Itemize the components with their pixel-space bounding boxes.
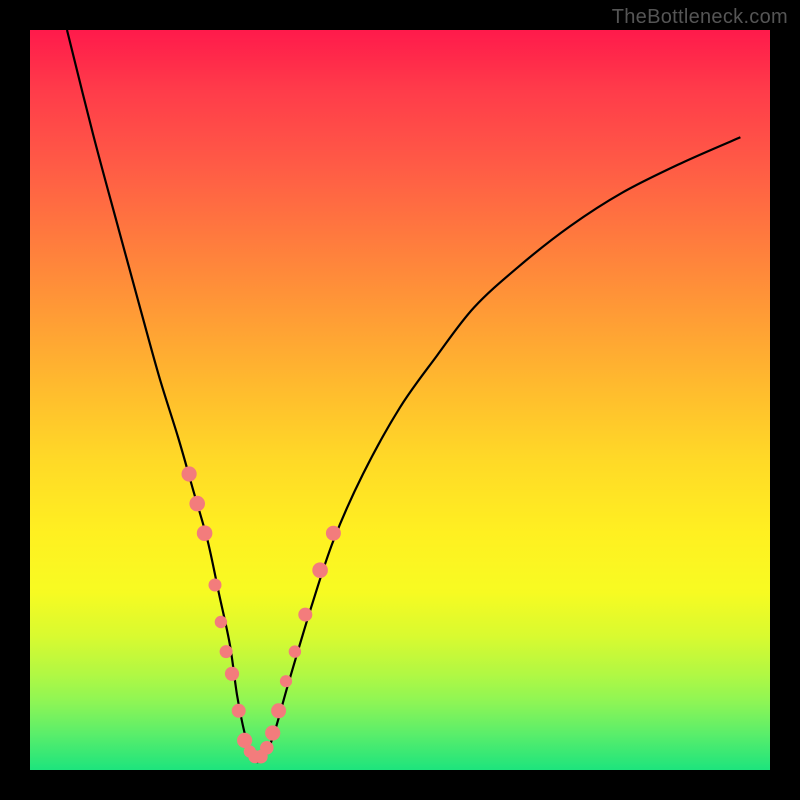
markers-svg [30, 30, 770, 770]
marker-dot [225, 667, 239, 681]
marker-dot [312, 562, 328, 578]
marker-dot [265, 725, 280, 740]
chart-stage: TheBottleneck.com [0, 0, 800, 800]
marker-dot [271, 703, 286, 718]
plot-area [30, 30, 770, 770]
marker-dot [280, 675, 292, 687]
marker-dot [289, 645, 301, 657]
watermark: TheBottleneck.com [612, 6, 788, 29]
marker-dot [209, 579, 222, 592]
marker-dot [326, 526, 341, 541]
marker-dot [182, 466, 197, 481]
marker-dot [220, 645, 233, 658]
marker-dot [189, 496, 205, 512]
marker-dot [197, 525, 213, 541]
marker-dot [298, 608, 312, 622]
marker-dot [215, 616, 227, 628]
marker-dot [260, 741, 274, 755]
marker-dot [232, 704, 246, 718]
